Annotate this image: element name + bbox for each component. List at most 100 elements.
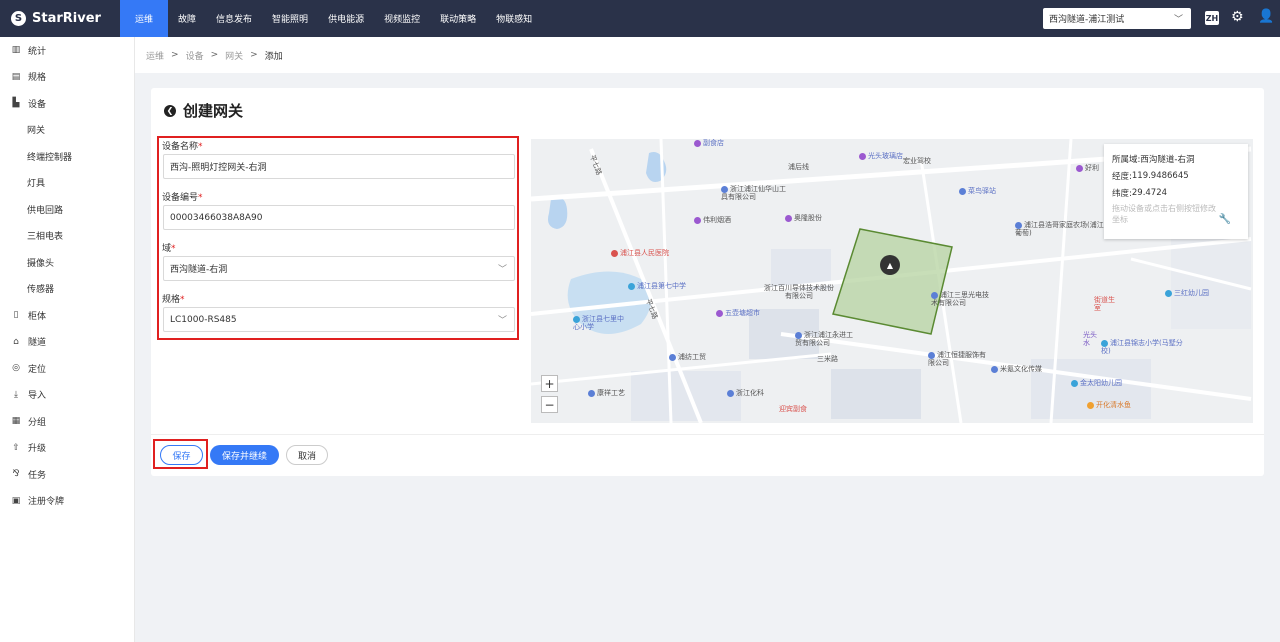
breadcrumb-separator: > (171, 50, 179, 60)
device-name-input[interactable]: 西沟-照明灯控网关-右洞 (163, 154, 515, 179)
map-label: 浦江县锦志小学(马墅分校) (1101, 339, 1183, 356)
nav-item-iot[interactable]: 物联感知 (486, 0, 542, 37)
map-label: 金太阳幼儿园 (1071, 379, 1122, 387)
breadcrumb-ops[interactable]: 运维 (146, 49, 164, 62)
nav-item-ops[interactable]: 运维 (120, 0, 169, 37)
create-gateway-panel: ❮ 创建网关 设备名称* 西沟-照明灯控网关-右洞 设备编号* 00003466… (151, 88, 1264, 476)
breadcrumb-gateway[interactable]: 网关 (225, 49, 243, 62)
chevron-down-icon: ﹀ (1173, 15, 1183, 25)
token-icon: ▣ (11, 495, 21, 506)
sidebar-item-camera[interactable]: 摄像头 (0, 249, 134, 276)
gateway-marker-icon[interactable]: ▲ (880, 255, 900, 275)
sidebar-item-device[interactable]: ▙ 设备 (0, 90, 134, 117)
nav-item-lighting[interactable]: 智能照明 (262, 0, 318, 37)
back-icon[interactable]: ❮ (164, 104, 176, 117)
breadcrumb: 运维 > 设备 > 网关 > 添加 (135, 37, 1280, 73)
sidebar-item-terminal-controller[interactable]: 终端控制器 (0, 143, 134, 170)
map-label: 菜鸟驿站 (959, 187, 996, 195)
device-name-label: 设备名称* (162, 142, 203, 152)
map-label: 好利 (1076, 164, 1099, 172)
nav-item-info[interactable]: 信息发布 (206, 0, 262, 37)
wrench-icon[interactable]: 🔧 (1219, 214, 1231, 225)
info-latitude: 纬度: 29.4724 (1112, 187, 1168, 199)
spec-label: 规格* (162, 295, 185, 305)
save-button[interactable]: 保存 (160, 445, 203, 465)
map-label: 浙江浦江永进工贸有限公司 (795, 331, 853, 348)
map-label: 奥隆股份 (785, 214, 822, 222)
map-label: 浦纺工贸 (669, 353, 706, 361)
map-label: 副食店 (694, 139, 724, 147)
sidebar-item-three-phase-meter[interactable]: 三相电表 (0, 223, 134, 250)
sidebar-item-sensor[interactable]: 传感器 (0, 276, 134, 303)
nav-item-fault[interactable]: 故障 (168, 0, 206, 37)
nav-item-power[interactable]: 供电能源 (318, 0, 374, 37)
cabinet-icon: ▯ (13, 310, 19, 321)
nav-item-video[interactable]: 视频监控 (374, 0, 430, 37)
chevron-down-icon: ﹀ (497, 265, 507, 275)
page-title: ❮ 创建网关 (164, 100, 243, 121)
logo-icon: S (11, 11, 26, 26)
main-nav: 运维 故障 信息发布 智能照明 供电能源 视频监控 联动策略 物联感知 (120, 0, 542, 37)
info-hint: 拖动设备或点击右侧按钮修改坐标 (1112, 204, 1216, 225)
sidebar-item-upgrade[interactable]: ⇧ 升级 (0, 435, 134, 462)
sidebar-item-cabinet[interactable]: ▯ 柜体 (0, 302, 134, 329)
map-label: 浦江县第七中学 (628, 282, 686, 290)
sidebar-item-task[interactable]: ⅋ 任务 (0, 461, 134, 488)
map-label: 浙江百川导体技术股份有限公司 (764, 284, 834, 301)
location-icon: ◎ (12, 363, 20, 374)
group-icon: ▦ (11, 416, 21, 427)
sidebar-item-location[interactable]: ◎ 定位 (0, 355, 134, 382)
sidebar-item-token[interactable]: ▣ 注册令牌 (0, 488, 134, 515)
device-icon: ▙ (12, 98, 20, 109)
map-label: 浦后线 (788, 163, 809, 171)
info-longitude: 经度: 119.9486645 (1112, 170, 1189, 182)
map-label: 光头水 (1083, 331, 1097, 348)
upgrade-icon: ⇧ (12, 442, 20, 453)
logo-text: StarRiver (32, 11, 101, 26)
domain-select[interactable]: 西沟隧道-右洞 ﹀ (163, 256, 515, 281)
divider (151, 434, 1264, 435)
map-label: 三红幼儿园 (1165, 289, 1209, 297)
page-title-text: 创建网关 (183, 102, 244, 120)
map-label: 浦江恒捷服饰有限公司 (928, 351, 986, 368)
sidebar-item-spec[interactable]: ▤ 规格 (0, 64, 134, 91)
region-select[interactable]: 西沟隧道-浦江测试 ﹀ (1043, 8, 1191, 29)
domain-label: 域* (162, 244, 176, 254)
location-map[interactable]: ▲ 副食店 光头玻璃店 浦后线 浙江浦江仙华山工具有限公司 宏业驾校 菜鸟驿站 … (531, 139, 1253, 423)
map-label: 三米路 (817, 355, 838, 363)
map-label: 五壶塘超市 (716, 309, 760, 317)
device-code-input[interactable]: 00003466038A8A90 (163, 205, 515, 230)
breadcrumb-current: 添加 (264, 51, 283, 62)
breadcrumb-device[interactable]: 设备 (186, 49, 204, 62)
sidebar-item-power-circuit[interactable]: 供电回路 (0, 196, 134, 223)
map-label: 浙江化科 (727, 389, 777, 397)
chevron-down-icon: ﹀ (497, 316, 507, 326)
gear-icon[interactable]: ⚙ (1231, 9, 1244, 25)
map-label: 康祥工艺 (588, 389, 625, 397)
sidebar-item-stats[interactable]: ▥ 统计 (0, 37, 134, 64)
map-label: 米氪文化传媒 (991, 365, 1042, 373)
region-select-value: 西沟隧道-浦江测试 (1049, 15, 1125, 25)
app-logo[interactable]: S StarRiver (0, 0, 120, 37)
breadcrumb-separator: > (250, 50, 258, 60)
spec-icon: ▤ (11, 71, 21, 82)
map-label: 开化清水鱼 (1087, 401, 1131, 409)
coordinate-info-card: 所属域: 西沟隧道-右洞 经度: 119.9486645 纬度: 29.4724… (1104, 144, 1248, 239)
sidebar: ▥ 统计 ▤ 规格 ▙ 设备 网关 终端控制器 灯具 供电回路 三相电表 摄像头 传感… (0, 37, 135, 642)
map-label: 街道生室 (1094, 296, 1115, 313)
sidebar-item-gateway[interactable]: 网关 (0, 117, 134, 144)
sidebar-item-tunnel[interactable]: ⌂ 隧道 (0, 329, 134, 356)
cancel-button[interactable]: 取消 (286, 445, 328, 465)
user-icon[interactable]: 👤 (1258, 9, 1274, 24)
zoom-in-button[interactable]: + (541, 375, 558, 392)
nav-item-linkage[interactable]: 联动策略 (430, 0, 486, 37)
language-toggle[interactable]: ZH (1205, 11, 1219, 25)
spec-select[interactable]: LC1000-RS485 ﹀ (163, 307, 515, 332)
sidebar-item-import[interactable]: ⤓ 导入 (0, 382, 134, 409)
zoom-out-button[interactable]: − (541, 396, 558, 413)
sidebar-item-group[interactable]: ▦ 分组 (0, 408, 134, 435)
save-and-continue-button[interactable]: 保存并继续 (210, 445, 279, 465)
breadcrumb-separator: > (210, 50, 219, 60)
import-icon: ⤓ (14, 389, 18, 400)
sidebar-item-lamps[interactable]: 灯具 (0, 170, 134, 197)
